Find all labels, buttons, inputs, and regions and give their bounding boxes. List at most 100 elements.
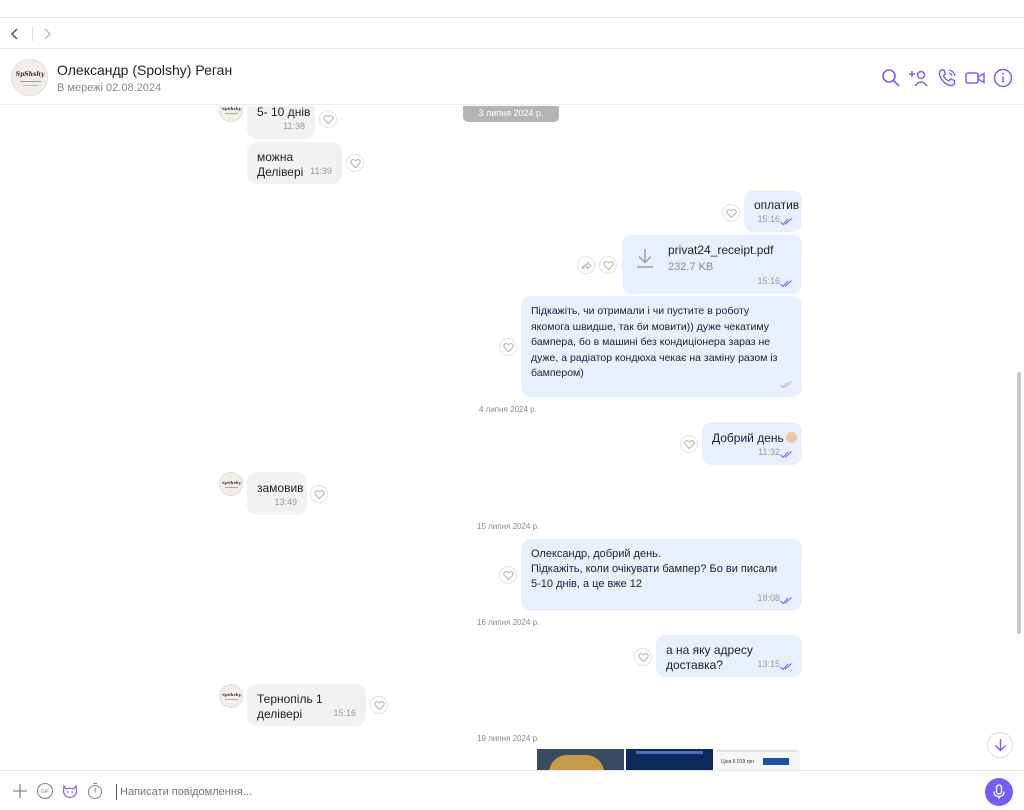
like-heart-icon[interactable] <box>499 338 517 356</box>
read-ticks-icon <box>780 597 793 605</box>
message-time: 15:16 <box>757 214 780 224</box>
message-time: 15:16 <box>757 276 780 286</box>
voice-message-button[interactable] <box>985 778 1013 806</box>
avatar-logo-line <box>23 85 38 86</box>
avatar-logo: SpShshy <box>15 71 45 78</box>
message-time: 18:08 <box>757 593 780 603</box>
message-list[interactable]: 3 липня 2024 р. SpShshy 5- 10 днів 11:38… <box>0 106 1024 770</box>
screenshot-price-text: Ціна 6 019 грн <box>721 759 755 765</box>
video-icon[interactable] <box>964 67 986 89</box>
message-bubble[interactable]: оплатив 15:16 <box>744 190 802 232</box>
message-bubble[interactable]: можна Делівері 11:39 <box>247 142 342 184</box>
navigation-bar <box>0 19 1024 49</box>
phone-icon[interactable] <box>936 67 958 89</box>
photo-thumbnail[interactable] <box>537 749 624 770</box>
like-heart-icon[interactable] <box>370 696 388 714</box>
avatar-logo-line <box>225 113 238 114</box>
contact-status: В мережі 02.08.2024 <box>57 82 162 94</box>
avatar-logo: SpShshy <box>222 480 241 485</box>
message-text-content: Добрий день <box>712 431 784 445</box>
contact-name[interactable]: Олександр (Spolshy) Реган <box>57 62 232 78</box>
timer-icon[interactable] <box>86 782 104 800</box>
message-composer: GIF <box>0 770 1024 810</box>
message-text: Підкажіть, чи отримали і чи пустите в ро… <box>531 305 778 379</box>
like-heart-icon[interactable] <box>310 485 328 503</box>
sender-avatar[interactable]: SpShshy <box>219 106 243 122</box>
message-bubble[interactable]: Олександр, добрий день. Підкажіть, коли … <box>521 539 802 611</box>
sticker-icon[interactable] <box>61 782 79 800</box>
date-separator: 15 липня 2024 р. <box>477 522 540 531</box>
message-time: 11:38 <box>283 121 305 131</box>
like-heart-icon[interactable] <box>680 435 698 453</box>
message-bubble[interactable]: 5- 10 днів 11:38 <box>247 106 315 139</box>
message-bubble[interactable]: а на яку адресу доставка? 13:15 <box>656 635 802 677</box>
avatar-logo: SpShshy <box>222 106 241 111</box>
message-time: 15:16 <box>333 708 356 718</box>
message-time: 13:49 <box>274 497 297 507</box>
message-time: 11:32 <box>758 447 780 457</box>
date-separator: 16 липня 2024 р. <box>477 618 540 627</box>
nav-separator <box>32 27 33 41</box>
scrollbar-thumb[interactable] <box>1017 372 1021 634</box>
message-bubble[interactable]: Тернопіль 1 делівері 15:16 <box>247 684 366 726</box>
date-separator: 19 липня 2024 р. <box>477 734 540 743</box>
message-time: 11:39 <box>310 166 332 176</box>
like-heart-icon[interactable] <box>319 110 337 128</box>
date-separator: 4 липня 2024 р. <box>479 405 537 414</box>
message-text: Добрий день <box>712 431 797 446</box>
like-heart-icon[interactable] <box>346 154 364 172</box>
sticky-date-label: 3 липня 2024 р. <box>463 106 559 122</box>
file-message-bubble[interactable]: privat24_receipt.pdf 232.7 KB 15:16 <box>622 235 802 294</box>
chevron-left-icon[interactable] <box>5 24 25 44</box>
arrow-down-icon <box>995 739 1006 752</box>
scroll-to-bottom-button[interactable] <box>987 732 1013 758</box>
avatar-logo-line <box>225 699 238 700</box>
read-ticks-icon <box>780 451 793 459</box>
pending-tick-icon <box>780 381 793 389</box>
message-bubble[interactable]: Добрий день 11:32 <box>702 422 802 465</box>
sender-avatar[interactable]: SpShshy <box>219 472 243 496</box>
add-user-icon[interactable] <box>908 67 930 89</box>
plus-icon[interactable] <box>11 782 29 800</box>
search-icon[interactable] <box>880 67 902 89</box>
like-heart-icon[interactable] <box>634 648 652 666</box>
screenshot-thumbnail[interactable]: Ціна 6 019 грн <box>715 749 800 770</box>
avatar-logo: SpShshy <box>222 692 241 697</box>
message-time: 13:15 <box>757 659 780 669</box>
message-text: оплатив <box>754 198 800 212</box>
message-bubble[interactable]: Підкажіть, чи отримали і чи пустите в ро… <box>521 296 802 397</box>
like-heart-icon[interactable] <box>499 566 517 584</box>
media-gallery[interactable]: Ціна 6 019 грн <box>537 749 800 770</box>
like-heart-icon[interactable] <box>599 256 617 274</box>
screenshot-buy-button-shape <box>763 758 789 765</box>
chat-header: SpShshy Олександр (Spolshy) Реган В мере… <box>0 49 1024 105</box>
microphone-icon <box>993 784 1005 799</box>
photo-thumbnail[interactable] <box>626 749 713 770</box>
file-name: privat24_receipt.pdf <box>668 243 774 257</box>
read-ticks-icon <box>780 663 793 671</box>
photo-shape <box>636 751 703 754</box>
read-ticks-icon <box>780 218 793 226</box>
avatar-logo-line <box>225 487 238 488</box>
message-input[interactable] <box>116 784 966 800</box>
sender-avatar[interactable]: SpShshy <box>219 684 243 708</box>
message-bubble[interactable]: замовив 13:49 <box>247 472 307 515</box>
message-text: 5- 10 днів <box>257 106 311 119</box>
contact-avatar[interactable]: SpShshy <box>11 59 48 96</box>
download-icon[interactable] <box>634 247 656 269</box>
svg-text:GIF: GIF <box>41 789 49 795</box>
photo-shape <box>549 755 604 770</box>
avatar-logo-line <box>20 81 41 82</box>
forward-icon[interactable] <box>577 256 595 274</box>
message-text: замовив <box>257 481 304 495</box>
like-heart-icon[interactable] <box>722 204 740 222</box>
gif-icon[interactable]: GIF <box>36 782 54 800</box>
message-text: Олександр, добрий день. Підкажіть, коли … <box>531 548 778 590</box>
waving-hand-emoji-icon <box>785 432 797 443</box>
chevron-right-icon[interactable] <box>37 24 57 44</box>
screenshot-header-bar <box>717 750 797 752</box>
read-ticks-icon <box>780 280 793 288</box>
window-top-bar <box>0 0 1024 18</box>
info-icon[interactable] <box>992 67 1014 89</box>
file-size: 232.7 KB <box>668 261 714 273</box>
